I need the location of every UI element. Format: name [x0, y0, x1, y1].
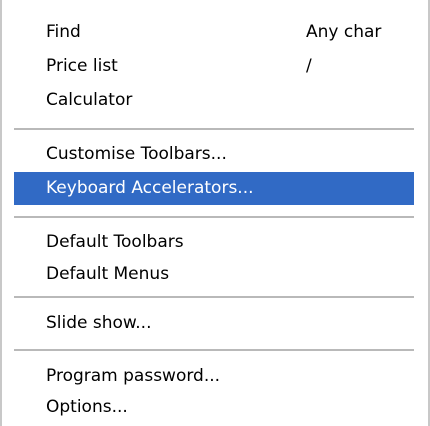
menu-item-customise-toolbars[interactable]: Customise Toolbars...: [14, 138, 414, 171]
menu-item-label: Default Toolbars: [46, 232, 184, 252]
menu-item-shortcut: Any char: [306, 22, 382, 42]
menu-item-calculator[interactable]: Calculator: [14, 84, 414, 117]
menu-item-label: Keyboard Accelerators...: [46, 178, 254, 198]
context-menu: Find Any char Price list / Calculator Cu…: [0, 0, 430, 426]
menu-item-slide-show[interactable]: Slide show...: [14, 307, 414, 340]
menu-item-default-menus[interactable]: Default Menus: [14, 258, 414, 291]
menu-item-options[interactable]: Options...: [14, 391, 414, 424]
menu-item-label: Options...: [46, 397, 128, 417]
menu-item-label: Price list: [46, 56, 118, 76]
menu-separator: [14, 296, 414, 298]
menu-left-border: [0, 0, 2, 426]
menu-item-label: Calculator: [46, 90, 133, 110]
menu-item-label: Customise Toolbars...: [46, 144, 227, 164]
menu-item-label: Find: [46, 22, 81, 42]
menu-item-shortcut: /: [306, 56, 312, 76]
menu-item-label: Default Menus: [46, 264, 170, 284]
menu-item-find[interactable]: Find Any char: [14, 16, 414, 49]
menu-separator: [14, 128, 414, 130]
menu-item-program-password[interactable]: Program password...: [14, 360, 414, 393]
menu-separator: [14, 349, 414, 351]
menu-item-keyboard-accelerators[interactable]: Keyboard Accelerators...: [14, 172, 414, 205]
menu-item-default-toolbars[interactable]: Default Toolbars: [14, 226, 414, 259]
menu-separator: [14, 216, 414, 218]
menu-item-label: Slide show...: [46, 313, 152, 333]
menu-item-label: Program password...: [46, 366, 221, 386]
menu-item-price-list[interactable]: Price list /: [14, 50, 414, 83]
